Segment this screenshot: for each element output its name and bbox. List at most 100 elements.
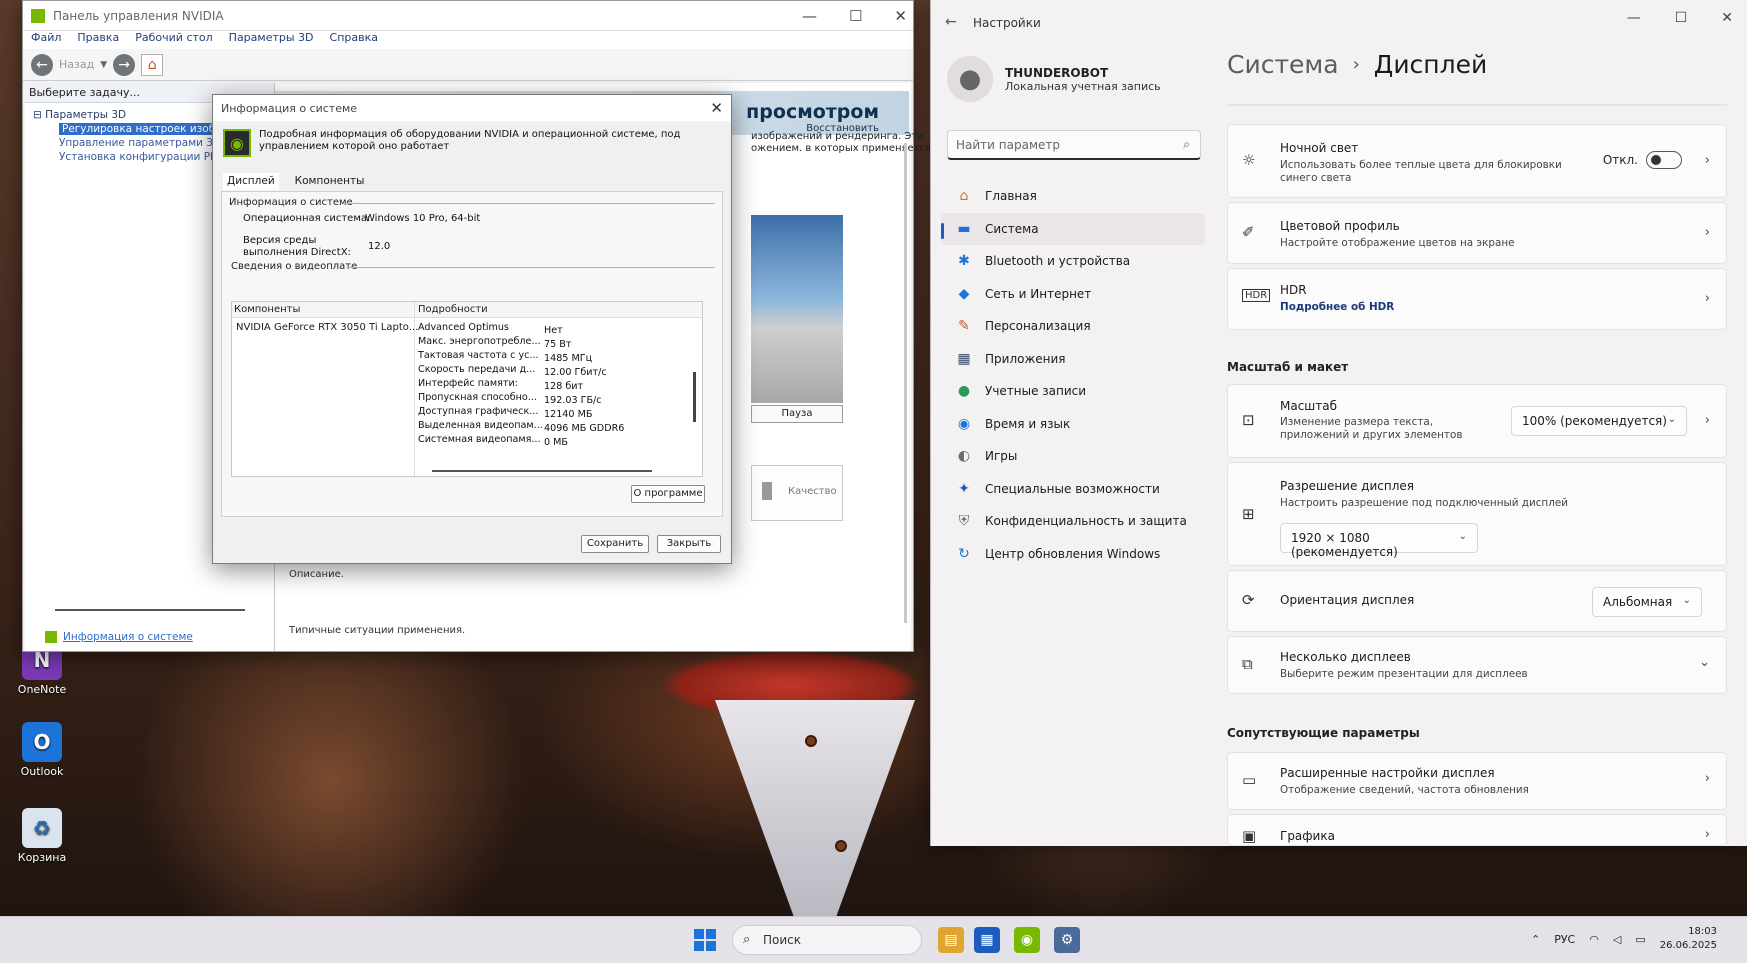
desktop-icon-outlook[interactable]: O Outlook — [14, 722, 70, 778]
advanced-display-card[interactable]: ▭ Расширенные настройки дисплея Отображе… — [1227, 752, 1727, 810]
color-profile-card[interactable]: ✐ Цветовой профиль Настройте отображение… — [1227, 202, 1727, 264]
nav-item-network[interactable]: ◆ Сеть и Интернет — [941, 278, 1205, 311]
chevron-down-icon: ⌄ — [1458, 531, 1467, 542]
volume-icon[interactable]: ◁ — [1613, 933, 1621, 946]
nvidia-taskbar-icon[interactable]: ◉ — [1014, 927, 1040, 953]
desktop-icon-recycle-bin[interactable]: ♻ Корзина — [14, 808, 70, 864]
night-light-toggle[interactable] — [1646, 151, 1682, 169]
nav-item-gamepad[interactable]: ◐ Игры — [941, 440, 1205, 473]
user-profile[interactable]: ● THUNDEROBOT Локальная учетная запись — [947, 56, 1161, 102]
close-icon[interactable]: ✕ — [894, 7, 907, 25]
content-scrollbar[interactable] — [904, 143, 907, 623]
menu-edit[interactable]: Правка — [77, 31, 119, 49]
settings-gear-icon[interactable]: ⚙ — [1054, 927, 1080, 953]
minimize-icon[interactable]: — — [1627, 10, 1641, 26]
back-arrow-icon[interactable]: ← — [31, 53, 53, 76]
dialog-titlebar[interactable]: Информация о системе — [213, 95, 731, 121]
store-icon[interactable]: ▦ — [974, 927, 1000, 953]
about-button[interactable]: О программе — [631, 485, 705, 503]
page-title: Дисплей — [1373, 50, 1488, 79]
back-arrow-icon[interactable]: ← — [945, 14, 957, 30]
nav-item-bluetooth[interactable]: ✱ Bluetooth и устройства — [941, 245, 1205, 278]
multiple-displays-card[interactable]: ⧉ Несколько дисплеев Выберите режим през… — [1227, 636, 1727, 694]
hdr-learn-more-link[interactable]: Подробнее об HDR — [1280, 301, 1394, 314]
start-button[interactable] — [694, 929, 716, 951]
tab-components[interactable]: Компоненты — [291, 173, 369, 190]
close-button[interactable]: Закрыть — [657, 535, 721, 553]
settings-search-input[interactable]: Найти параметр ⌕ — [947, 130, 1201, 160]
save-button[interactable]: Сохранить — [581, 535, 649, 553]
table-row[interactable]: Скорость передачи д... 12.00 Гбит/с — [418, 364, 607, 378]
close-icon[interactable]: ✕ — [710, 99, 723, 117]
column-header-details[interactable]: Подробности — [418, 304, 488, 315]
nvidia-titlebar[interactable]: Панель управления NVIDIA — ☐ ✕ — [23, 1, 913, 31]
orientation-dropdown[interactable]: Альбомная ⌄ — [1592, 587, 1702, 617]
taskbar-search[interactable]: ⌕ Поиск — [732, 925, 922, 955]
table-row[interactable]: Выделенная видеопам...4096 МБ GDDR6 — [418, 420, 624, 434]
table-row[interactable]: Макс. энергопотребле... 75 Вт — [418, 336, 571, 350]
nav-item-update[interactable]: ↻ Центр обновления Windows — [941, 538, 1205, 571]
hdr-card[interactable]: HDR HDR Подробнее об HDR › — [1227, 268, 1727, 330]
system-info-dialog: Информация о системе ✕ ◉ Подробная инфор… — [212, 94, 732, 564]
menu-help[interactable]: Справка — [330, 31, 378, 49]
close-icon[interactable]: ✕ — [1721, 10, 1733, 26]
update-icon: ↻ — [958, 545, 970, 562]
nav-item-accessibility[interactable]: ✦ Специальные возможности — [941, 473, 1205, 506]
pause-button[interactable]: Пауза — [751, 405, 843, 423]
nav-item-globe[interactable]: ◉ Время и язык — [941, 408, 1205, 441]
clock[interactable]: 18:03 26.06.2025 — [1660, 925, 1717, 953]
file-explorer-icon[interactable]: ▤ — [938, 927, 964, 953]
table-row[interactable]: Пропускная способно... 192.03 ГБ/с — [418, 392, 602, 406]
column-header-components[interactable]: Компоненты — [234, 304, 300, 315]
menu-3d-settings[interactable]: Параметры 3D — [229, 31, 314, 49]
wifi-icon[interactable]: ◠ — [1589, 933, 1599, 946]
settings-titlebar[interactable]: ← Настройки — ☐ ✕ — [931, 0, 1747, 44]
scroll-edge — [1227, 104, 1727, 106]
nav-item-shield[interactable]: ⛨ Конфиденциальность и защита — [941, 505, 1205, 538]
home-icon[interactable]: ⌂ — [141, 53, 164, 76]
nav-item-brush[interactable]: ✎ Персонализация — [941, 310, 1205, 343]
language-indicator[interactable]: РУС — [1554, 933, 1575, 946]
nav-item-home[interactable]: ⌂ Главная — [941, 180, 1205, 213]
table-row[interactable]: Системная видеопамя... 0 МБ — [418, 434, 568, 448]
table-vscroll[interactable] — [693, 372, 696, 422]
battery-icon[interactable]: ▭ — [1635, 933, 1645, 946]
gpu-section-title: Сведения о видеоплате — [231, 261, 358, 272]
maximize-icon[interactable]: ☐ — [849, 7, 862, 25]
table-row[interactable]: Доступная графическ... 12140 МБ — [418, 406, 592, 420]
tab-display[interactable]: Дисплей — [223, 173, 279, 190]
back-dropdown-icon[interactable]: ▼ — [100, 60, 107, 70]
network-icon: ◆ — [958, 285, 970, 302]
table-row[interactable]: Тактовая частота с ус... 1485 МГц — [418, 350, 592, 364]
nav-item-label: Персонализация — [985, 319, 1091, 334]
maximize-icon[interactable]: ☐ — [1675, 10, 1688, 26]
gpu-component-item[interactable]: NVIDIA GeForce RTX 3050 Ti Lapto... — [236, 322, 418, 333]
graphics-card[interactable]: ▣ Графика › — [1227, 814, 1727, 846]
detail-key: Тактовая частота с ус... — [418, 350, 539, 361]
monitor-icon: ▭ — [1242, 771, 1257, 789]
chevron-up-icon[interactable]: ⌃ — [1531, 933, 1540, 946]
menu-desktop[interactable]: Рабочий стол — [135, 31, 212, 49]
table-row[interactable]: Интерфейс памяти: 128 бит — [418, 378, 583, 392]
detail-value: Нет — [544, 325, 563, 336]
nav-item-label: Система — [985, 221, 1039, 236]
nav-item-system[interactable]: ▬ Система — [941, 212, 1205, 245]
nav-item-account[interactable]: ● Учетные записи — [941, 375, 1205, 408]
table-row[interactable]: Advanced Optimus Нет — [418, 322, 563, 336]
dialog-tabs: Дисплей Компоненты — [223, 173, 368, 190]
forward-arrow-icon[interactable]: → — [113, 53, 136, 76]
menu-file[interactable]: Файл — [31, 31, 61, 49]
quality-slider-thumb[interactable] — [762, 482, 772, 500]
chevron-right-icon[interactable]: › — [1705, 413, 1710, 428]
nav-item-apps[interactable]: ▦ Приложения — [941, 343, 1205, 376]
system-info-link[interactable]: Информация о системе — [45, 631, 193, 643]
left-hscroll[interactable] — [55, 609, 245, 611]
wallpaper-stud — [835, 840, 847, 852]
night-light-card[interactable]: ☼ Ночной свет Использовать более теплые … — [1227, 124, 1727, 198]
minimize-icon[interactable]: — — [802, 7, 817, 25]
breadcrumb-parent[interactable]: Система — [1227, 50, 1339, 79]
table-hscroll[interactable] — [432, 470, 652, 472]
account-icon: ● — [957, 383, 971, 400]
scale-dropdown[interactable]: 100% (рекомендуется) ⌄ — [1511, 406, 1687, 436]
resolution-dropdown[interactable]: 1920 × 1080 (рекомендуется) ⌄ — [1280, 523, 1478, 559]
